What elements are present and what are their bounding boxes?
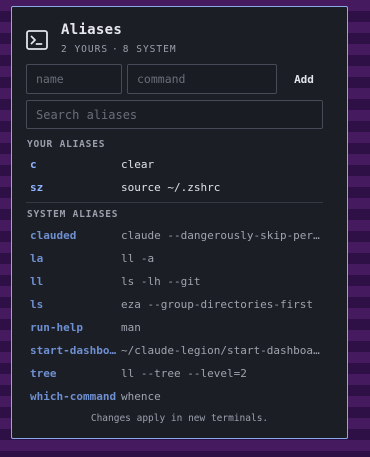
alias-name: ll xyxy=(30,275,44,288)
list-item[interactable]: ll ls -lh --git xyxy=(30,271,324,294)
alias-name: la xyxy=(30,252,44,265)
alias-name: ls xyxy=(30,298,44,311)
alias-command: eza --group-directories-first xyxy=(121,298,314,311)
alias-name: run-help xyxy=(30,321,83,334)
list-item[interactable]: la ll -a xyxy=(30,248,324,271)
panel-title: Aliases xyxy=(61,22,123,38)
alias-name: clauded xyxy=(30,229,77,242)
alias-command: ~/claude-legion/start-dashboard.sh xyxy=(121,344,324,357)
footer-note: Changes apply in new terminals. xyxy=(90,413,269,424)
alias-name: which-command xyxy=(30,390,117,403)
alias-name: tree xyxy=(30,367,57,380)
list-item[interactable]: start-dashboard ~/claude-legion/start-da… xyxy=(30,340,324,363)
user-aliases-heading: YOUR ALIASES xyxy=(27,139,106,150)
aliases-panel: Aliases 2 YOURS·8 SYSTEM Add YOUR ALIASE… xyxy=(11,6,348,439)
list-item[interactable]: ls eza --group-directories-first xyxy=(30,294,324,317)
alias-name: start-dashboard xyxy=(30,344,118,357)
user-alias-count: 2 YOURS xyxy=(61,44,109,55)
system-aliases-heading: SYSTEM ALIASES xyxy=(27,209,119,220)
section-divider xyxy=(26,202,323,203)
count-separator: · xyxy=(112,44,119,55)
alias-command: clear xyxy=(121,158,155,171)
alias-command: whence xyxy=(121,390,161,403)
list-item[interactable]: run-help man xyxy=(30,317,324,340)
alias-name-input[interactable] xyxy=(26,64,122,94)
alias-command: ll -a xyxy=(121,252,155,265)
alias-command: ll --tree --level=2 xyxy=(121,367,247,380)
alias-command: claude --dangerously-skip-permissions xyxy=(121,229,324,242)
list-item[interactable]: which-command whence xyxy=(30,386,324,409)
alias-command: source ~/.zshrc xyxy=(121,181,221,194)
alias-command: ls -lh --git xyxy=(121,275,201,288)
alias-command: man xyxy=(121,321,141,334)
search-aliases-input[interactable] xyxy=(26,100,323,129)
system-alias-list: clauded claude --dangerously-skip-permis… xyxy=(30,225,324,409)
terminal-icon xyxy=(26,30,48,50)
user-alias-list: c clear sz source ~/.zshrc xyxy=(30,154,324,200)
panel-header: Aliases 2 YOURS · 8 SYSTEM xyxy=(26,20,326,60)
list-item[interactable]: clauded claude --dangerously-skip-permis… xyxy=(30,225,324,248)
list-item[interactable]: sz source ~/.zshrc xyxy=(30,177,324,200)
list-item[interactable]: tree ll --tree --level=2 xyxy=(30,363,324,386)
add-alias-button[interactable]: Add xyxy=(284,64,324,94)
alias-name: sz xyxy=(30,181,44,194)
list-item[interactable]: c clear xyxy=(30,154,324,177)
system-alias-count: 8 SYSTEM xyxy=(122,44,177,55)
alias-name: c xyxy=(30,158,37,171)
alias-command-input[interactable] xyxy=(127,64,277,94)
alias-counts: 2 YOURS · 8 SYSTEM xyxy=(61,44,177,55)
